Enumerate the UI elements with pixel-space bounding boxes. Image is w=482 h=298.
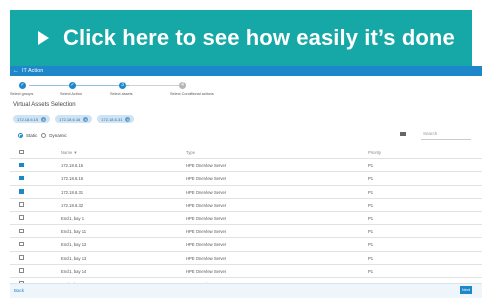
table-header: Name ▼ Type Priority xyxy=(10,146,482,160)
step-select-assets[interactable]: 3 Select assets xyxy=(110,82,170,96)
banner-text: Click here to see how easily it’s done xyxy=(63,25,455,50)
back-button[interactable]: Back xyxy=(14,288,24,293)
row-name: Encl1, bay 14 xyxy=(61,268,87,274)
row-checkbox[interactable] xyxy=(19,268,24,273)
row-name: Encl1, bay 13 xyxy=(61,255,87,261)
row-type: HPE OneView Server xyxy=(186,202,227,208)
table-row[interactable]: 172.18.6.31 HPE OneView Server P1 xyxy=(10,186,482,199)
step-number-icon: 3 xyxy=(119,82,126,89)
asset-chip: 172.18.6.16 × xyxy=(55,115,93,123)
row-checkbox[interactable] xyxy=(19,189,24,194)
row-type: HPE OneView Server xyxy=(186,268,227,274)
table-row[interactable]: Encl1, bay 11 HPE OneView Server P1 xyxy=(10,225,482,239)
row-checkbox[interactable] xyxy=(19,175,24,181)
row-priority: P1 xyxy=(368,268,374,274)
row-priority: P1 xyxy=(368,229,374,235)
row-type: HPE OneView Server xyxy=(186,215,227,221)
column-header-type[interactable]: Type xyxy=(186,150,195,155)
close-icon[interactable]: × xyxy=(83,116,89,122)
mail-icon[interactable] xyxy=(400,132,406,136)
dynamic-label: Dynamic xyxy=(49,133,67,138)
close-icon[interactable]: × xyxy=(41,116,47,122)
dynamic-radio[interactable] xyxy=(41,133,47,138)
table-row[interactable]: Encl1, bay 1 HPE OneView Server P1 xyxy=(10,212,482,226)
asset-chip: 172.18.6.31 × xyxy=(97,115,135,123)
row-checkbox[interactable] xyxy=(19,202,24,207)
row-priority: P1 xyxy=(368,163,374,169)
asset-chip: 172.18.6.15 × xyxy=(13,115,51,123)
step-number-icon: 4 xyxy=(179,82,186,89)
table-row[interactable]: Encl1, bay 13 HPE OneView Server P1 xyxy=(10,252,482,265)
check-icon: ✓ xyxy=(69,82,76,89)
row-checkbox[interactable] xyxy=(19,241,24,247)
next-button[interactable]: Next xyxy=(460,286,472,294)
row-name: Encl1, bay 1 xyxy=(61,215,85,221)
close-icon[interactable]: × xyxy=(125,116,131,122)
chip-label: 172.18.6.16 xyxy=(59,116,81,122)
row-type: HPE OneView Server xyxy=(186,189,227,195)
selection-mode: Static Dynamic xyxy=(18,133,67,138)
row-priority: P1 xyxy=(368,176,374,182)
row-checkbox[interactable] xyxy=(19,255,24,260)
step-conditional-actions[interactable]: 4 Select Conditional actions xyxy=(170,82,230,96)
assets-table: Name ▼ Type Priority 172.18.6.15 HPE OneV… xyxy=(10,146,482,292)
wizard-stepper: ✓ Select groups ✓ Select Action 3 Select… xyxy=(10,82,250,100)
row-priority: P1 xyxy=(368,215,374,221)
wizard-footer: Back Next xyxy=(10,283,482,298)
row-name: 172.18.6.15 xyxy=(61,163,84,169)
row-checkbox[interactable] xyxy=(19,162,24,168)
check-icon: ✓ xyxy=(19,82,26,89)
page-title: IT Action xyxy=(22,68,44,74)
row-type: HPE OneView Server xyxy=(186,163,227,169)
column-header-name[interactable]: Name ▼ xyxy=(61,150,77,155)
search-input[interactable]: Search xyxy=(421,128,471,140)
table-row[interactable]: 172.18.6.32 HPE OneView Server P1 xyxy=(10,199,482,212)
row-priority: P1 xyxy=(368,189,374,195)
table-row[interactable]: Encl1, bay 12 HPE OneView Server P1 xyxy=(10,238,482,252)
row-name: 172.18.6.31 xyxy=(61,189,84,195)
row-type: HPE OneView Server xyxy=(186,242,227,248)
static-label: Static xyxy=(26,133,38,138)
table-row[interactable]: 172.18.6.15 HPE OneView Server P1 xyxy=(10,159,482,173)
row-checkbox[interactable] xyxy=(19,215,24,220)
row-type: HPE OneView Server xyxy=(186,176,227,182)
back-arrow-icon[interactable]: ← xyxy=(13,68,19,74)
static-radio[interactable] xyxy=(18,133,23,138)
row-type: HPE OneView Server xyxy=(186,229,227,235)
selected-assets-chips: 172.18.6.15 × 172.18.6.16 × 172.18.6.31 × xyxy=(13,115,135,123)
app-bar: ← IT Action xyxy=(10,66,482,76)
row-name: Encl1, bay 12 xyxy=(61,242,87,248)
chip-label: 172.18.6.31 xyxy=(101,116,123,122)
row-checkbox[interactable] xyxy=(19,228,24,234)
row-name: 172.18.6.16 xyxy=(61,176,84,182)
chip-label: 172.18.6.15 xyxy=(17,116,39,122)
select-all-checkbox[interactable] xyxy=(19,149,24,154)
row-priority: P1 xyxy=(368,202,374,208)
row-name: Encl1, bay 11 xyxy=(61,229,87,235)
video-banner[interactable]: Click here to see how easily it’s done xyxy=(10,10,472,66)
table-row[interactable]: Encl1, bay 14 HPE OneView Server P1 xyxy=(10,265,482,278)
row-priority: P1 xyxy=(368,242,374,248)
row-priority: P1 xyxy=(368,255,374,261)
play-icon xyxy=(38,31,49,45)
row-type: HPE OneView Server xyxy=(186,255,227,261)
step-label: Select Conditional actions xyxy=(170,92,214,96)
section-title: Virtual Assets Selection xyxy=(13,102,76,108)
table-row[interactable]: 172.18.6.16 HPE OneView Server P1 xyxy=(10,172,482,186)
row-name: 172.18.6.32 xyxy=(61,202,84,208)
column-header-priority[interactable]: Priority xyxy=(368,150,381,155)
step-label: Select assets xyxy=(110,92,133,96)
